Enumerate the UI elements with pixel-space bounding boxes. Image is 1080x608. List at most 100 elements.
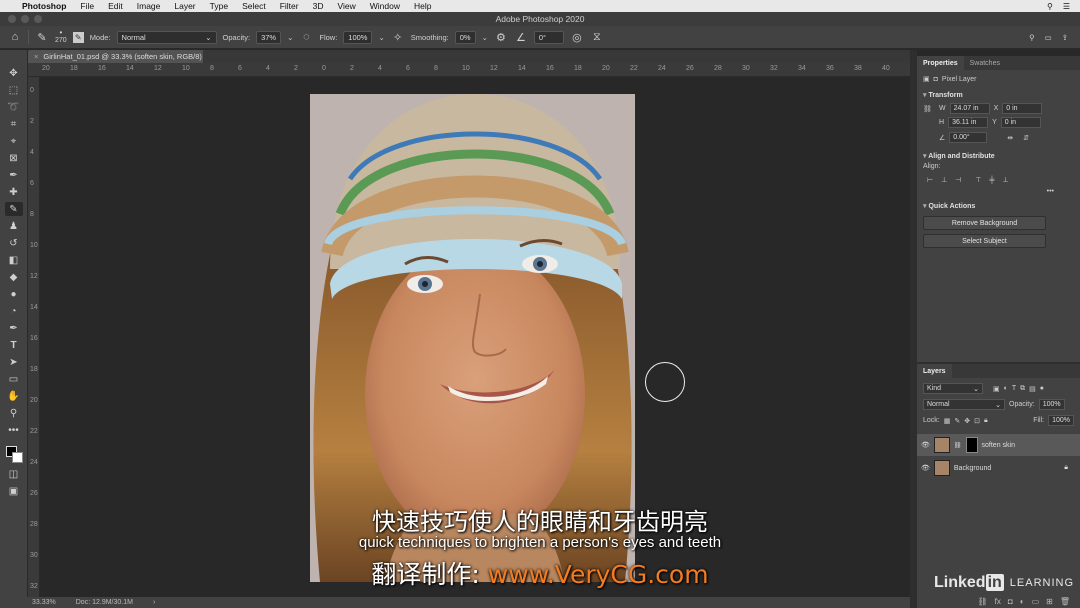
paint-bucket-tool-icon[interactable]: ◆ <box>5 270 23 284</box>
zoom-level[interactable]: 33.33% <box>32 599 56 606</box>
path-selection-tool-icon[interactable]: ➤ <box>5 355 23 369</box>
filter-smart-icon[interactable]: ▤ <box>1029 385 1036 393</box>
layer-mask-icon[interactable]: ◘ <box>934 76 938 83</box>
tab-properties[interactable]: Properties <box>917 56 964 70</box>
new-layer-icon[interactable]: ⊞ <box>1046 597 1053 606</box>
trash-icon[interactable]: 🗑︎ <box>1060 597 1070 606</box>
filter-shape-icon[interactable]: ⧉ <box>1020 385 1025 393</box>
x-field[interactable]: 0 in <box>1002 103 1043 114</box>
lock-position-icon[interactable]: ✥ <box>964 417 970 425</box>
fx-icon[interactable]: fx <box>995 597 1001 606</box>
flip-vertical-icon[interactable]: ⇵ <box>1023 134 1029 142</box>
eye-icon[interactable]: 👁︎ <box>921 464 930 472</box>
link-icon[interactable]: ⛓ <box>923 105 935 113</box>
menu-filter[interactable]: Filter <box>273 1 306 11</box>
align-vcenter-icon[interactable]: ╪ <box>989 177 994 184</box>
layer-mask-thumbnail[interactable] <box>965 437 978 453</box>
tab-swatches[interactable]: Swatches <box>964 56 1006 70</box>
smoothing-field[interactable]: 0% <box>454 30 476 44</box>
brush-preset-picker[interactable]: • 270 <box>55 29 67 45</box>
more-tools-icon[interactable]: ••• <box>5 423 23 437</box>
flip-horizontal-icon[interactable]: ⇹ <box>1007 134 1013 142</box>
menu-edit[interactable]: Edit <box>101 1 130 11</box>
chain-icon[interactable]: ⛓ <box>954 442 962 449</box>
marquee-tool-icon[interactable]: ⬚ <box>5 83 23 97</box>
shape-tool-icon[interactable]: ▭ <box>5 372 23 386</box>
blend-mode-select[interactable]: Normal ⌄ <box>923 399 1005 410</box>
layer-kind-select[interactable]: Kind ⌄ <box>923 383 983 394</box>
flow-field[interactable]: 100% <box>343 30 373 44</box>
home-icon[interactable]: ⌂ <box>8 30 22 44</box>
width-field[interactable]: 24.07 in <box>949 103 990 114</box>
frame-tool-icon[interactable]: ⊠ <box>5 151 23 165</box>
close-icon[interactable]: × <box>34 52 38 61</box>
layer-opacity-field[interactable]: 100% <box>1038 399 1065 410</box>
align-top-icon[interactable]: ⊤ <box>975 176 981 184</box>
brush-tool-icon[interactable]: ✎ <box>4 202 23 216</box>
layer-row-background[interactable]: 👁︎ Background 🔒︎ <box>917 457 1080 479</box>
menu-view[interactable]: View <box>330 1 362 11</box>
more-align-icon[interactable]: ••• <box>917 188 1080 195</box>
brush-settings-icon[interactable]: ✎ <box>72 31 84 43</box>
mode-select[interactable]: Normal ⌄ <box>116 30 217 44</box>
gear-icon[interactable]: ⚙ <box>494 30 508 44</box>
background-color-swatch[interactable] <box>11 452 23 463</box>
tab-layers[interactable]: Layers <box>917 364 952 378</box>
hand-tool-icon[interactable]: ✋ <box>5 389 23 403</box>
workspace-icon[interactable]: ▭ <box>1045 33 1052 42</box>
height-field[interactable]: 36.11 in <box>948 117 989 128</box>
menu-app[interactable]: Photoshop <box>15 1 73 11</box>
filter-pixel-icon[interactable]: ▣ <box>993 385 1000 393</box>
y-field[interactable]: 0 in <box>1000 117 1041 128</box>
link-layers-icon[interactable]: ⛓ <box>978 597 988 606</box>
screen-mode-icon[interactable]: ▣ <box>5 484 23 498</box>
menu-layer[interactable]: Layer <box>167 1 202 11</box>
align-left-icon[interactable]: ⊢ <box>927 176 933 184</box>
menu-window[interactable]: Window <box>363 1 407 11</box>
chevron-right-icon[interactable]: › <box>153 599 155 606</box>
menu-list-icon[interactable]: ☰ <box>1063 2 1070 11</box>
eraser-tool-icon[interactable]: ◧ <box>5 253 23 267</box>
add-mask-icon[interactable]: ◘ <box>1008 597 1013 606</box>
airbrush-icon[interactable]: ✧ <box>391 30 405 44</box>
select-subject-button[interactable]: Select Subject <box>923 234 1046 248</box>
chevron-down-icon[interactable]: ⌄ <box>287 33 293 42</box>
share-icon[interactable]: ⇪ <box>1062 33 1068 42</box>
chevron-down-icon[interactable]: ⌄ <box>482 33 488 42</box>
align-hcenter-icon[interactable]: ⊥ <box>941 176 947 184</box>
quick-select-tool-icon[interactable]: ⌗ <box>5 117 23 131</box>
transform-section-title[interactable]: Transform <box>917 88 1080 102</box>
filter-adjust-icon[interactable]: ◐ <box>1004 385 1008 392</box>
zoom-tool-icon[interactable]: ⚲ <box>5 406 23 420</box>
minimize-window-button[interactable] <box>21 15 29 23</box>
healing-brush-tool-icon[interactable]: ✚ <box>5 185 23 199</box>
filter-type-icon[interactable]: T <box>1012 385 1016 392</box>
brush-angle-field[interactable]: 0° <box>533 30 564 44</box>
brush-tool-icon[interactable]: ✎ <box>35 30 49 44</box>
lock-pixels-icon[interactable]: ✎ <box>954 417 960 425</box>
crop-tool-icon[interactable]: ⌖ <box>5 134 23 148</box>
align-bottom-icon[interactable]: ⊥ <box>1002 176 1008 184</box>
lasso-tool-icon[interactable]: ➰ <box>5 100 23 114</box>
pressure-size-icon[interactable]: ◎ <box>570 30 584 44</box>
search-icon[interactable]: ⚲ <box>1047 2 1053 11</box>
menu-help[interactable]: Help <box>407 1 438 11</box>
quick-actions-title[interactable]: Quick Actions <box>917 199 1080 213</box>
type-tool-icon[interactable]: T <box>5 338 23 352</box>
fill-field[interactable]: 100% <box>1048 415 1074 426</box>
dodge-tool-icon[interactable]: ◔ <box>5 304 23 318</box>
group-icon[interactable]: ▭ <box>1032 597 1040 606</box>
eye-icon[interactable]: 👁︎ <box>921 441 930 449</box>
document-tab[interactable]: × GirlinHat_01.psd @ 33.3% (soften skin,… <box>28 50 203 63</box>
rotation-field[interactable]: 0.00° <box>949 132 988 143</box>
move-tool-icon[interactable]: ✥ <box>5 66 23 80</box>
lock-artboard-icon[interactable]: ⊡ <box>974 417 980 425</box>
chevron-down-icon[interactable]: ⌄ <box>378 33 384 42</box>
eyedropper-tool-icon[interactable]: ✒ <box>5 168 23 182</box>
adjustment-icon[interactable]: ◐ <box>1020 597 1025 606</box>
align-right-icon[interactable]: ⊣ <box>955 176 961 184</box>
close-window-button[interactable] <box>8 15 16 23</box>
history-brush-tool-icon[interactable]: ↺ <box>5 236 23 250</box>
lock-transparent-icon[interactable]: ▦ <box>944 417 951 425</box>
filter-toggle-icon[interactable]: ● <box>1040 385 1044 392</box>
